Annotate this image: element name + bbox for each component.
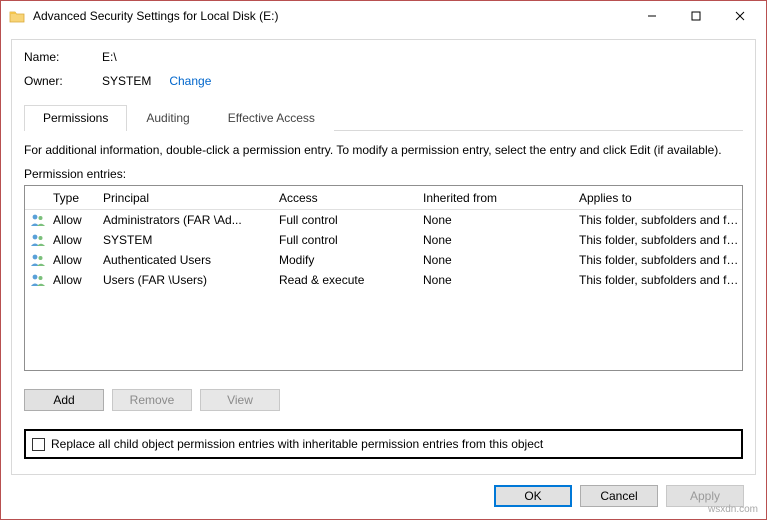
cell-applies: This folder, subfolders and files [577, 253, 742, 267]
group-icon [25, 253, 51, 267]
cell-principal: Authenticated Users [101, 253, 277, 267]
table-row[interactable]: AllowUsers (FAR \Users)Read & executeNon… [25, 270, 742, 290]
ok-button[interactable]: OK [494, 485, 572, 507]
permissions-grid[interactable]: Type Principal Access Inherited from App… [24, 185, 743, 371]
cell-principal: Users (FAR \Users) [101, 273, 277, 287]
dialog-window: Advanced Security Settings for Local Dis… [0, 0, 767, 520]
close-button[interactable] [718, 2, 762, 30]
add-button[interactable]: Add [24, 389, 104, 411]
maximize-button[interactable] [674, 2, 718, 30]
group-icon [25, 233, 51, 247]
col-applies[interactable]: Applies to [577, 191, 742, 205]
hint-text: For additional information, double-click… [24, 143, 743, 157]
tab-strip: Permissions Auditing Effective Access [24, 104, 743, 131]
col-principal[interactable]: Principal [101, 191, 277, 205]
owner-label: Owner: [24, 74, 102, 88]
col-inherited[interactable]: Inherited from [421, 191, 577, 205]
group-icon [25, 273, 51, 287]
name-label: Name: [24, 50, 102, 64]
cell-inherited: None [421, 233, 577, 247]
tab-permissions[interactable]: Permissions [24, 105, 127, 131]
window-title: Advanced Security Settings for Local Dis… [33, 9, 630, 23]
cell-type: Allow [51, 253, 101, 267]
tab-auditing[interactable]: Auditing [127, 105, 208, 131]
dialog-footer: OK Cancel Apply [11, 475, 756, 507]
table-row[interactable]: AllowAuthenticated UsersModifyNoneThis f… [25, 250, 742, 270]
cell-applies: This folder, subfolders and files [577, 273, 742, 287]
owner-row: Owner: SYSTEM Change [24, 74, 743, 88]
cell-type: Allow [51, 213, 101, 227]
cancel-button[interactable]: Cancel [580, 485, 658, 507]
view-button[interactable]: View [200, 389, 280, 411]
window-controls [630, 2, 762, 30]
col-access[interactable]: Access [277, 191, 421, 205]
cell-type: Allow [51, 273, 101, 287]
name-value: E:\ [102, 50, 117, 64]
cell-access: Read & execute [277, 273, 421, 287]
cell-access: Modify [277, 253, 421, 267]
cell-inherited: None [421, 253, 577, 267]
cell-applies: This folder, subfolders and files [577, 233, 742, 247]
cell-principal: SYSTEM [101, 233, 277, 247]
table-row[interactable]: AllowAdministrators (FAR \Ad...Full cont… [25, 210, 742, 230]
tab-effective-access[interactable]: Effective Access [209, 105, 334, 131]
cell-inherited: None [421, 213, 577, 227]
name-row: Name: E:\ [24, 50, 743, 64]
col-type[interactable]: Type [51, 191, 101, 205]
replace-inheritance-label: Replace all child object permission entr… [51, 437, 543, 451]
folder-icon [9, 9, 25, 23]
group-icon [25, 213, 51, 227]
cell-principal: Administrators (FAR \Ad... [101, 213, 277, 227]
owner-value: SYSTEM [102, 74, 151, 88]
cell-type: Allow [51, 233, 101, 247]
cell-applies: This folder, subfolders and files [577, 213, 742, 227]
watermark: wsxdn.com [708, 504, 758, 515]
remove-button[interactable]: Remove [112, 389, 192, 411]
replace-inheritance-checkbox[interactable] [32, 438, 45, 451]
table-row[interactable]: AllowSYSTEMFull controlNoneThis folder, … [25, 230, 742, 250]
cell-access: Full control [277, 213, 421, 227]
cell-inherited: None [421, 273, 577, 287]
main-panel: Name: E:\ Owner: SYSTEM Change Permissio… [11, 39, 756, 475]
entries-label: Permission entries: [24, 167, 743, 181]
grid-header: Type Principal Access Inherited from App… [25, 186, 742, 210]
cell-access: Full control [277, 233, 421, 247]
titlebar: Advanced Security Settings for Local Dis… [1, 1, 766, 31]
grid-buttons: Add Remove View [24, 389, 743, 411]
change-owner-link[interactable]: Change [169, 74, 211, 88]
replace-inheritance-row: Replace all child object permission entr… [24, 429, 743, 459]
minimize-button[interactable] [630, 2, 674, 30]
